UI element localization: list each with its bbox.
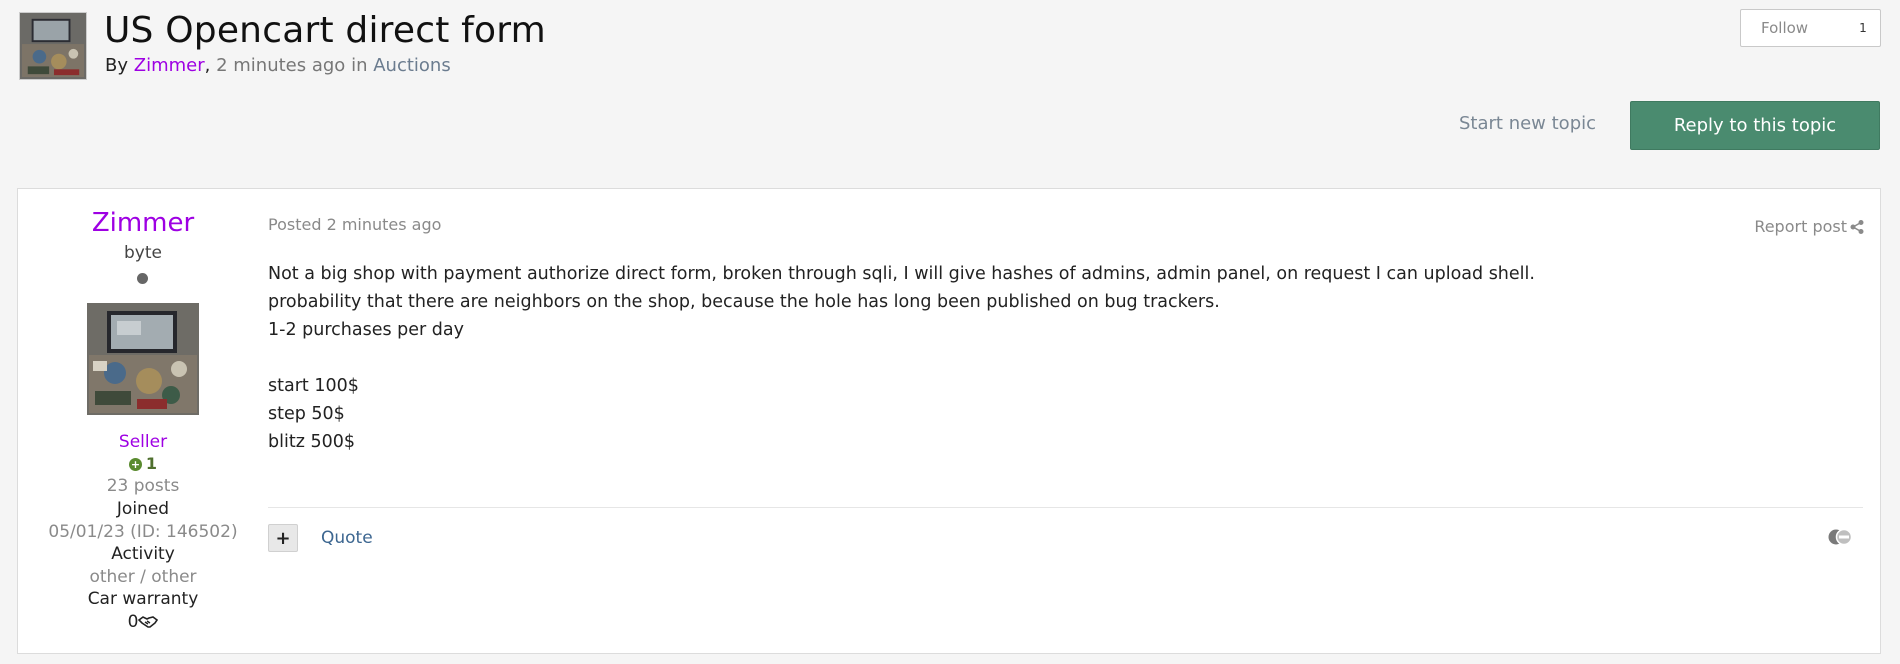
post-line: probability that there are neighbors on …: [268, 292, 1220, 312]
post-line: Not a big shop with payment authorize di…: [268, 264, 1535, 284]
reply-to-topic-button[interactable]: Reply to this topic: [1630, 101, 1880, 150]
post-author-name[interactable]: Zimmer: [18, 208, 268, 238]
post-card: Zimmer byte Seller +1 23 posts Joined 05…: [17, 188, 1881, 654]
plus-circle-icon: +: [128, 458, 142, 471]
post-footer-divider: [268, 507, 1863, 508]
post-author-posts: 23 posts: [106, 476, 180, 496]
topic-author-avatar[interactable]: [19, 12, 87, 80]
post-author-photo[interactable]: [87, 303, 199, 415]
post-author-group: Seller: [118, 432, 168, 452]
post-line: step 50$: [268, 404, 345, 424]
quote-link[interactable]: Quote: [321, 528, 373, 548]
byline-forum-link[interactable]: Auctions: [373, 55, 450, 76]
post-line: blitz 500$: [268, 432, 355, 452]
share-icon[interactable]: [1849, 219, 1865, 235]
topic-title: US Opencart direct form: [104, 10, 546, 51]
post-author-reputation: +1: [18, 454, 268, 473]
follow-button[interactable]: Follow 1: [1740, 9, 1881, 47]
multiquote-plus-button[interactable]: +: [268, 524, 298, 552]
follow-label: Follow: [1761, 19, 1809, 37]
post-line: 1-2 purchases per day: [268, 320, 464, 340]
warranty-value-row: 0: [18, 612, 268, 632]
start-new-topic-link[interactable]: Start new topic: [1459, 113, 1596, 134]
follow-count: 1: [1859, 21, 1867, 35]
warranty-label: Car warranty: [87, 589, 199, 609]
topic-byline: By Zimmer, 2 minutes ago in Auctions: [105, 55, 451, 76]
plus-icon: +: [275, 527, 291, 549]
activity-value: other / other: [89, 567, 197, 587]
byline-in-label: in: [351, 55, 368, 76]
joined-value: 05/01/23 (ID: 146502): [48, 522, 238, 542]
post-date[interactable]: Posted 2 minutes ago: [268, 215, 441, 234]
post-content-area: Posted 2 minutes ago Report post Not a b…: [268, 189, 1882, 653]
warranty-value: 0: [127, 612, 139, 632]
post-text: Not a big shop with payment authorize di…: [268, 260, 1535, 456]
reaction-icon[interactable]: [1827, 528, 1853, 546]
status-dot-icon: [137, 273, 148, 284]
post-line: [268, 344, 1535, 372]
byline-time: 2 minutes ago: [216, 55, 346, 76]
post-author-rank: byte: [124, 243, 162, 263]
joined-label: Joined: [116, 499, 170, 519]
byline-author-link[interactable]: Zimmer: [134, 55, 205, 76]
byline-by-label: By: [105, 55, 129, 76]
reputation-value: 1: [145, 454, 158, 473]
handshake-icon: [138, 616, 159, 628]
report-post-link[interactable]: Report post: [1754, 217, 1847, 236]
post-line: start 100$: [268, 376, 359, 396]
activity-label: Activity: [111, 544, 175, 564]
